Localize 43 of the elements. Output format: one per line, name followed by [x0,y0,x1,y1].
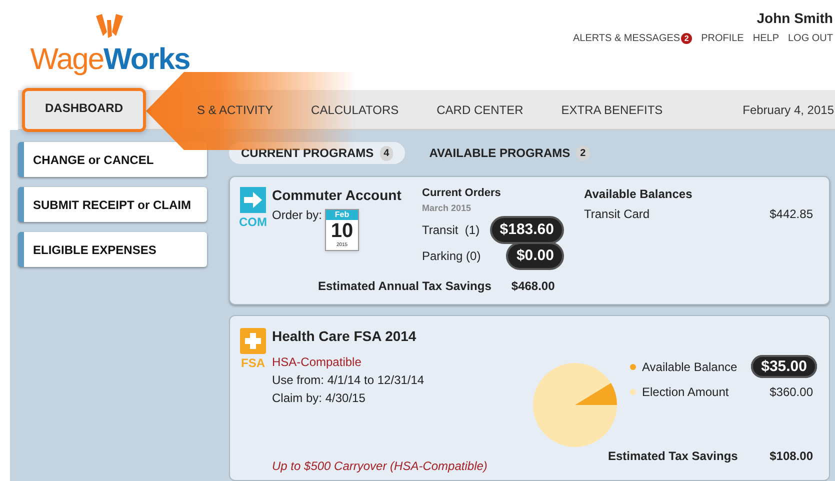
claim-by-text: Claim by: 4/30/15 [272,390,366,407]
header-link[interactable]: ALERTS & MESSAGES 2 [572,31,692,46]
nav-tab[interactable]: CARD CENTER [418,100,542,118]
account-code: COM [239,214,267,231]
legend-amount: $360.00 [770,384,814,399]
sidebar-button[interactable]: CHANGE or CANCEL [18,142,207,177]
order-by-label: Order by: [272,207,322,224]
header-link[interactable]: HELP [752,31,779,46]
order-label: Transit (1) [422,222,480,239]
savings-amount: $468.00 [511,278,555,295]
nav-tab[interactable]: DASHBOARD [22,88,146,132]
order-label: Parking (0) [422,248,481,265]
logo-text: WageWorks [30,44,190,76]
nav-tab[interactable]: EXTRA BENEFITS [542,100,682,118]
amount-badge: $35.00 [751,354,817,378]
nav-tab[interactable]: S & ACTIVITY [178,100,292,118]
orders-period: March 2015 [422,202,472,214]
legend-label: Election Amount [642,384,729,401]
user-name: John Smith [756,9,833,28]
account-title: Health Care FSA 2014 [272,326,418,346]
nav-tab[interactable]: CALCULATORS [292,100,418,118]
savings-label: Estimated Tax Savings [608,448,738,465]
amount-badge: $0.00 [506,242,564,270]
amount-badge: $183.60 [490,216,564,244]
account-subtitle: HSA-Compatible [272,354,362,371]
account-title: Commuter Account [272,186,402,205]
savings-label: Estimated Annual Tax Savings [318,278,492,295]
carryover-text: Up to $500 Carryover (HSA-Compatible) [272,458,488,475]
orders-title: Current Orders [422,186,502,201]
balance-amount: $442.85 [770,206,813,223]
balance-label: Transit Card [584,206,650,223]
account-code: FSA [241,354,265,372]
balances-title: Available Balances [584,186,694,203]
use-from-text: Use from: 4/1/14 to 12/31/14 [272,372,426,389]
sidebar-button[interactable]: SUBMIT RECEIPT or CLAIM [18,187,207,222]
savings-amount: $108.00 [770,448,813,465]
current-date: February 4, 2015 [742,102,835,118]
sidebar-button[interactable]: ELIGIBLE EXPENSES [18,232,207,267]
legend-label: Available Balance [642,358,738,376]
count-badge: 2 [681,33,692,44]
program-tab[interactable]: AVAILABLE PROGRAMS 2 [429,144,590,162]
header-link[interactable]: PROFILE [701,31,744,46]
header-link[interactable]: LOG OUT [788,31,833,46]
